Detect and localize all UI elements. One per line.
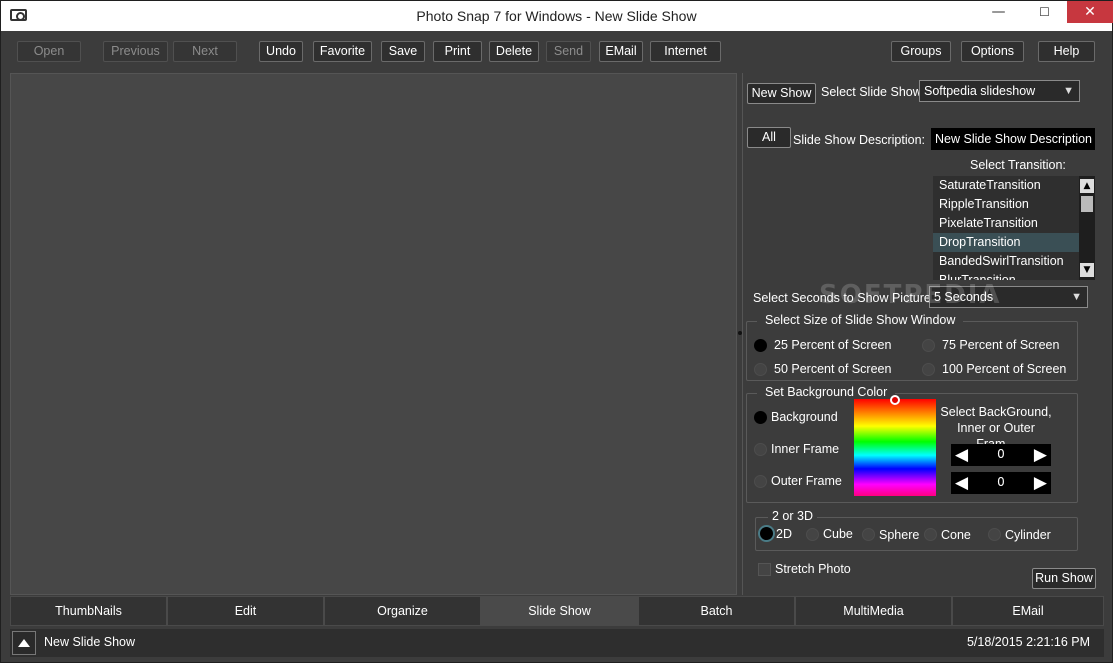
size-25-radio[interactable] <box>754 339 767 352</box>
size-50-label: 50 Percent of Screen <box>774 362 892 376</box>
favorite-button[interactable]: Favorite <box>313 41 372 62</box>
tab-batch[interactable]: Batch <box>638 596 795 626</box>
print-button[interactable]: Print <box>433 41 482 62</box>
description-label: Slide Show Description: <box>793 133 926 147</box>
background-radio[interactable] <box>754 411 767 424</box>
status-datetime: 5/18/2015 2:21:16 PM <box>966 635 1090 649</box>
groups-button[interactable]: Groups <box>891 41 951 62</box>
all-button[interactable]: All <box>747 127 791 148</box>
delete-button[interactable]: Delete <box>489 41 539 62</box>
dim-2d-label: 2D <box>776 527 792 541</box>
slide-show-select[interactable]: Softpedia slideshow ▼ <box>919 80 1080 102</box>
status-text: New Slide Show <box>44 635 136 649</box>
internet-button[interactable]: Internet <box>650 41 721 62</box>
tab-email[interactable]: EMail <box>952 596 1104 626</box>
chevron-down-icon: ▼ <box>1063 85 1074 97</box>
spinner-2[interactable]: ◀ 0 ▶ <box>951 472 1051 494</box>
tab-thumbnails[interactable]: ThumbNails <box>10 596 167 626</box>
stretch-photo-label: Stretch Photo <box>775 562 851 576</box>
run-show-button[interactable]: Run Show <box>1032 568 1096 589</box>
email-button[interactable]: EMail <box>599 41 643 62</box>
scroll-up-icon[interactable]: ▲ <box>1080 179 1094 193</box>
undo-button[interactable]: Undo <box>259 41 303 62</box>
dim-cube-label: Cube <box>823 527 853 541</box>
dim-cone-label: Cone <box>941 528 971 542</box>
select-transition-label: Select Transition: <box>970 158 1066 172</box>
list-item[interactable]: BlurTransition <box>933 271 1079 280</box>
close-button[interactable]: ✕ <box>1067 1 1113 23</box>
background-color-group-title: Set Background Color <box>757 385 896 399</box>
help-button[interactable]: Help <box>1038 41 1095 62</box>
app-window: Photo Snap 7 for Windows - New Slide Sho… <box>0 0 1113 663</box>
list-item[interactable]: SaturateTransition <box>933 176 1079 195</box>
arrow-right-icon[interactable]: ▶ <box>1034 445 1047 465</box>
picture-viewer <box>10 73 737 595</box>
size-75-label: 75 Percent of Screen <box>942 338 1060 352</box>
stretch-photo-checkbox[interactable] <box>758 563 771 576</box>
color-spectrum-picker[interactable] <box>854 399 936 496</box>
dim-2d-radio[interactable] <box>760 527 773 540</box>
previous-button[interactable]: Previous <box>103 41 168 62</box>
tab-organize[interactable]: Organize <box>324 596 481 626</box>
outer-frame-radio[interactable] <box>754 475 767 488</box>
inner-frame-label: Inner Frame <box>771 442 840 456</box>
size-75-radio[interactable] <box>922 339 935 352</box>
outer-frame-label: Outer Frame <box>771 474 842 488</box>
dim-cylinder-radio[interactable] <box>988 528 1001 541</box>
transition-scrollbar[interactable]: ▲ ▼ <box>1079 176 1095 280</box>
dim-cylinder-label: Cylinder <box>1005 528 1051 542</box>
chevron-down-icon: ▼ <box>1071 291 1082 303</box>
softpedia-watermark: SOFTPEDIA <box>819 280 1002 310</box>
options-button[interactable]: Options <box>961 41 1024 62</box>
list-item[interactable]: PixelateTransition <box>933 214 1079 233</box>
list-item[interactable]: RippleTransition <box>933 195 1079 214</box>
title-bar: Photo Snap 7 for Windows - New Slide Sho… <box>1 1 1113 31</box>
new-show-button[interactable]: New Show <box>747 83 816 104</box>
send-button[interactable]: Send <box>546 41 591 62</box>
next-button[interactable]: Next <box>173 41 237 62</box>
size-100-label: 100 Percent of Screen <box>942 362 1067 376</box>
tab-bar: ThumbNails Edit Organize Slide Show Batc… <box>10 596 1104 626</box>
tab-slide-show[interactable]: Slide Show <box>481 596 638 626</box>
open-button[interactable]: Open <box>17 41 81 62</box>
select-slide-show-label: Select Slide Show: <box>821 85 926 99</box>
size-50-radio[interactable] <box>754 363 767 376</box>
size-25-label: 25 Percent of Screen <box>774 338 892 352</box>
scroll-down-icon[interactable]: ▼ <box>1080 263 1094 277</box>
tab-edit[interactable]: Edit <box>167 596 324 626</box>
list-item[interactable]: DropTransition <box>933 233 1079 252</box>
slide-show-select-value: Softpedia slideshow <box>924 84 1036 98</box>
inner-frame-radio[interactable] <box>754 443 767 456</box>
status-bar: New Slide Show 5/18/2015 2:21:16 PM <box>10 629 1104 657</box>
minimize-button[interactable]: — <box>976 1 1021 23</box>
list-item[interactable]: BandedSwirlTransition <box>933 252 1079 271</box>
transition-list[interactable]: SaturateTransition RippleTransition Pixe… <box>933 176 1095 280</box>
dim-cone-radio[interactable] <box>924 528 937 541</box>
arrow-right-icon[interactable]: ▶ <box>1034 473 1047 493</box>
scrollbar-thumb[interactable] <box>1081 196 1093 212</box>
dim-sphere-label: Sphere <box>879 528 920 542</box>
maximize-button[interactable]: ☐ <box>1022 1 1067 23</box>
dim-sphere-radio[interactable] <box>862 528 875 541</box>
spinner-1[interactable]: ◀ 0 ▶ <box>951 444 1051 466</box>
dim-cube-radio[interactable] <box>806 528 819 541</box>
dimension-group-title: 2 or 3D <box>768 509 817 523</box>
size-group-title: Select Size of Slide Show Window <box>757 313 964 327</box>
save-button[interactable]: Save <box>381 41 425 62</box>
window-title: Photo Snap 7 for Windows - New Slide Sho… <box>416 8 697 24</box>
background-label: Background <box>771 410 838 424</box>
color-picker-handle[interactable] <box>890 395 900 405</box>
expand-up-icon[interactable] <box>12 631 36 655</box>
description-input[interactable]: New Slide Show Description <box>931 128 1095 150</box>
tab-multimedia[interactable]: MultiMedia <box>795 596 952 626</box>
size-100-radio[interactable] <box>922 363 935 376</box>
